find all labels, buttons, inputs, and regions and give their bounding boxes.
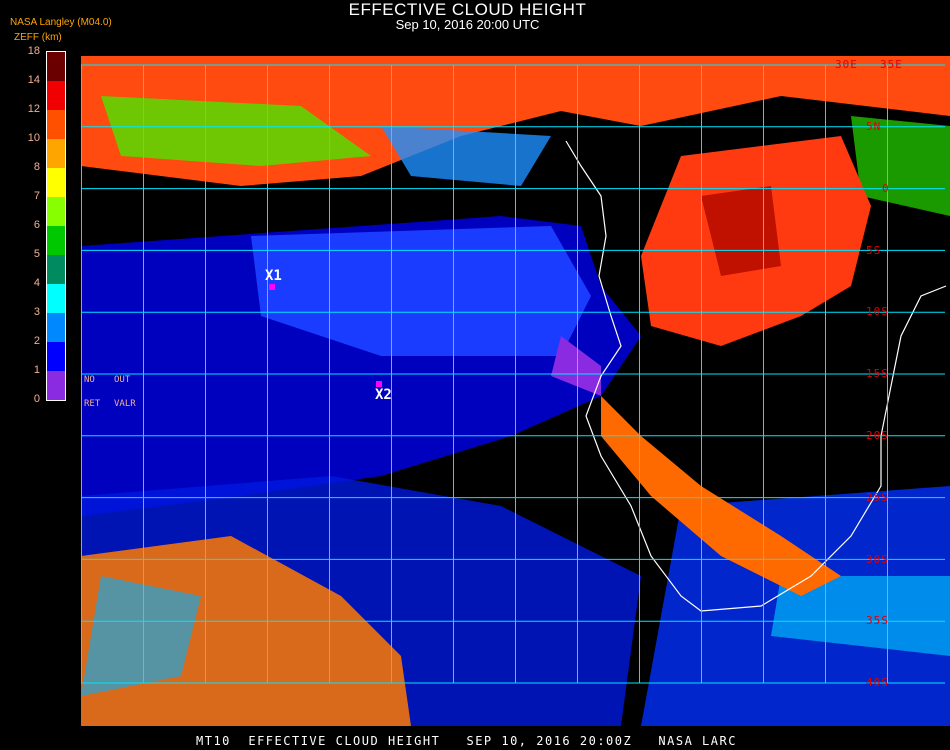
colorbar-tick: 3 <box>33 306 40 318</box>
colorbar-segment <box>47 371 65 400</box>
product-timestamp: Sep 10, 2016 20:00 UTC <box>395 17 540 32</box>
marker-x2-label: X2 <box>375 387 392 403</box>
colorbar-segment <box>47 226 65 255</box>
latitude-label: 25S <box>866 490 889 504</box>
unit-label: ZEFF (km) <box>14 32 62 43</box>
latitude-label: 20S <box>866 429 889 442</box>
latitude-label: 0 <box>882 181 890 195</box>
colorbar-tick: 5 <box>33 248 40 260</box>
marker-x1[interactable] <box>269 284 275 290</box>
footer-caption: MT10 EFFECTIVE CLOUD HEIGHT SEP 10, 2016… <box>196 734 737 748</box>
colorbar-segment <box>47 52 65 81</box>
colorbar-tick: 6 <box>33 219 40 231</box>
lon-label-30e: 30E <box>835 58 858 71</box>
colorbar-tick: 14 <box>27 74 40 86</box>
latitude-label: 15S <box>866 367 889 381</box>
colorbar-segment <box>47 81 65 110</box>
colorbar-segment <box>47 197 65 226</box>
latitude-label: 30S <box>866 552 889 566</box>
no-ret-label-1: NO <box>84 375 95 385</box>
colorbar-tick: 0 <box>33 393 40 405</box>
lon-label-35e: 35E <box>880 58 903 71</box>
latitude-label: 35S <box>866 614 889 628</box>
colorbar-segment <box>47 342 65 371</box>
colorbar-tick: 8 <box>33 161 40 173</box>
latitude-label: 5N <box>866 120 882 133</box>
colorbar-tick: 12 <box>27 103 40 115</box>
colorbar-segment <box>47 284 65 313</box>
colorbar-tick: 1 <box>33 364 40 376</box>
organization-label: NASA Langley (M04.0) <box>10 17 112 28</box>
colorbar-tick: 4 <box>33 277 40 289</box>
colorbar-segment <box>47 313 65 342</box>
colorbar-tick: 7 <box>33 190 40 202</box>
colorbar-tick: 10 <box>27 132 40 144</box>
no-ret-label-2: RET <box>84 399 101 409</box>
out-valr-label-2: VALR <box>114 399 136 409</box>
colorbar-segment <box>47 255 65 284</box>
out-valr-label-1: OUT <box>114 375 131 385</box>
colorbar-segment <box>47 139 65 168</box>
latitude-label: 10S <box>866 305 889 319</box>
cloud-height-map <box>81 56 950 726</box>
latitude-label: 40S <box>866 676 889 690</box>
colorbar-segment <box>47 110 65 139</box>
marker-x1-label: X1 <box>265 268 282 284</box>
latitude-label: 5S <box>866 243 882 257</box>
colorbar-tick: 2 <box>33 335 40 347</box>
colorbar <box>46 51 66 401</box>
colorbar-segment <box>47 168 65 197</box>
colorbar-tick: 18 <box>27 45 40 57</box>
